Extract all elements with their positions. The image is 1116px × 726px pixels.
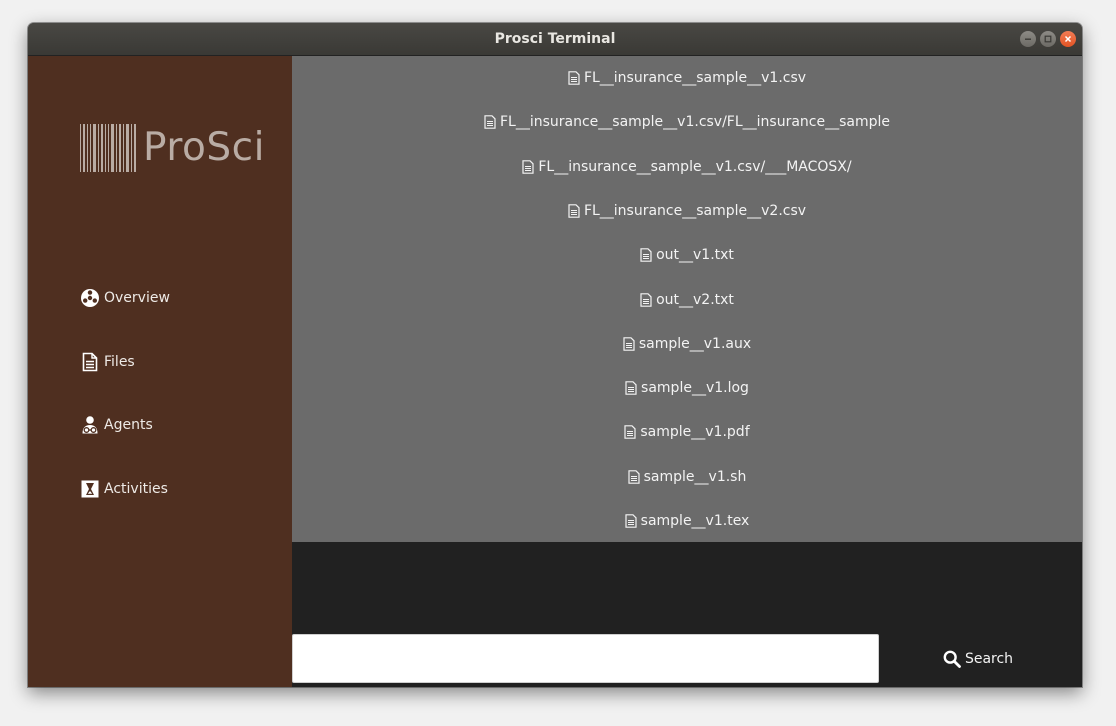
document-icon [484, 115, 496, 130]
window-title: Prosci Terminal [494, 31, 616, 47]
maximize-button[interactable] [1040, 31, 1056, 47]
agents-icon [80, 415, 100, 435]
minimize-button[interactable] [1020, 31, 1036, 47]
file-list-item[interactable]: FL__insurance__sample__v1.csv/FL__insura… [292, 107, 1082, 137]
file-name: out__v2.txt [656, 291, 734, 308]
file-list-item[interactable]: FL__insurance__sample__v1.csv [292, 63, 1082, 93]
file-list-item[interactable]: sample__v1.sh [292, 462, 1082, 492]
file-name: sample__v1.tex [640, 513, 750, 529]
file-name: FL__insurance__sample__v1.csv/FL__insura… [499, 114, 891, 131]
search-icon [943, 650, 961, 668]
sidebar-item-label: Activities [104, 481, 168, 497]
file-name: sample__v1.pdf [640, 424, 750, 441]
sidebar-item-activities[interactable]: Activities [80, 477, 168, 501]
file-name: FL__insurance__sample__v1.csv [583, 70, 807, 86]
document-icon [628, 469, 640, 484]
activities-icon [80, 479, 100, 499]
file-name: FL__insurance__sample__v2.csv [583, 202, 807, 219]
title-bar[interactable]: Prosci Terminal [28, 23, 1082, 56]
document-icon [640, 292, 652, 307]
file-list-item[interactable]: sample__v1.pdf [292, 417, 1082, 447]
sidebar-item-agents[interactable]: Agents [80, 413, 153, 437]
document-icon [624, 425, 636, 440]
file-icon [80, 352, 100, 372]
file-list-item[interactable]: FL__insurance__sample__v1.csv/___MACOSX/ [292, 152, 1082, 182]
file-name: sample__v1.aux [638, 335, 752, 352]
prosci-logo: ProSci [80, 122, 265, 174]
sidebar-item-label: Agents [104, 417, 153, 433]
document-icon [522, 159, 534, 174]
search-button[interactable]: Search [918, 643, 1038, 675]
file-list-item[interactable]: out__v1.txt [292, 240, 1082, 270]
barcode-icon [80, 124, 138, 172]
file-name: sample__v1.sh [643, 468, 747, 485]
document-icon [568, 204, 580, 218]
file-name: sample__v1.log [641, 380, 749, 397]
logo-text: ProSci [143, 125, 265, 170]
document-icon [625, 514, 637, 528]
close-icon [1064, 35, 1072, 43]
file-list-item[interactable]: sample__v1.aux [292, 329, 1082, 359]
sidebar: ProSci Overview Files Agents Activities [28, 56, 292, 687]
file-list-item[interactable]: FL__insurance__sample__v2.csv [292, 196, 1082, 226]
overview-icon [80, 288, 100, 308]
sidebar-item-label: Files [104, 354, 135, 370]
document-icon [640, 248, 652, 262]
file-list-item[interactable]: sample__v1.log [292, 373, 1082, 403]
document-icon [623, 336, 635, 351]
file-list-item[interactable]: out__v2.txt [292, 285, 1082, 315]
file-name: out__v1.txt [656, 247, 734, 264]
close-button[interactable] [1060, 31, 1076, 47]
sidebar-item-overview[interactable]: Overview [80, 286, 170, 310]
sidebar-item-files[interactable]: Files [80, 350, 135, 374]
file-name: FL__insurance__sample__v1.csv/___MACOSX/ [538, 158, 852, 175]
minimize-icon [1025, 38, 1031, 40]
file-list: FL__insurance__sample__v1.csv FL__insuran… [292, 56, 1082, 542]
search-button-label: Search [964, 651, 1014, 667]
sidebar-item-label: Overview [104, 290, 170, 306]
file-list-item[interactable]: sample__v1.tex [292, 506, 1082, 536]
document-icon [625, 381, 637, 395]
app-window: Prosci Terminal ProSci Overview Files Ag… [28, 23, 1082, 687]
search-input[interactable] [292, 634, 879, 683]
maximize-icon [1044, 35, 1052, 43]
document-icon [568, 71, 580, 85]
